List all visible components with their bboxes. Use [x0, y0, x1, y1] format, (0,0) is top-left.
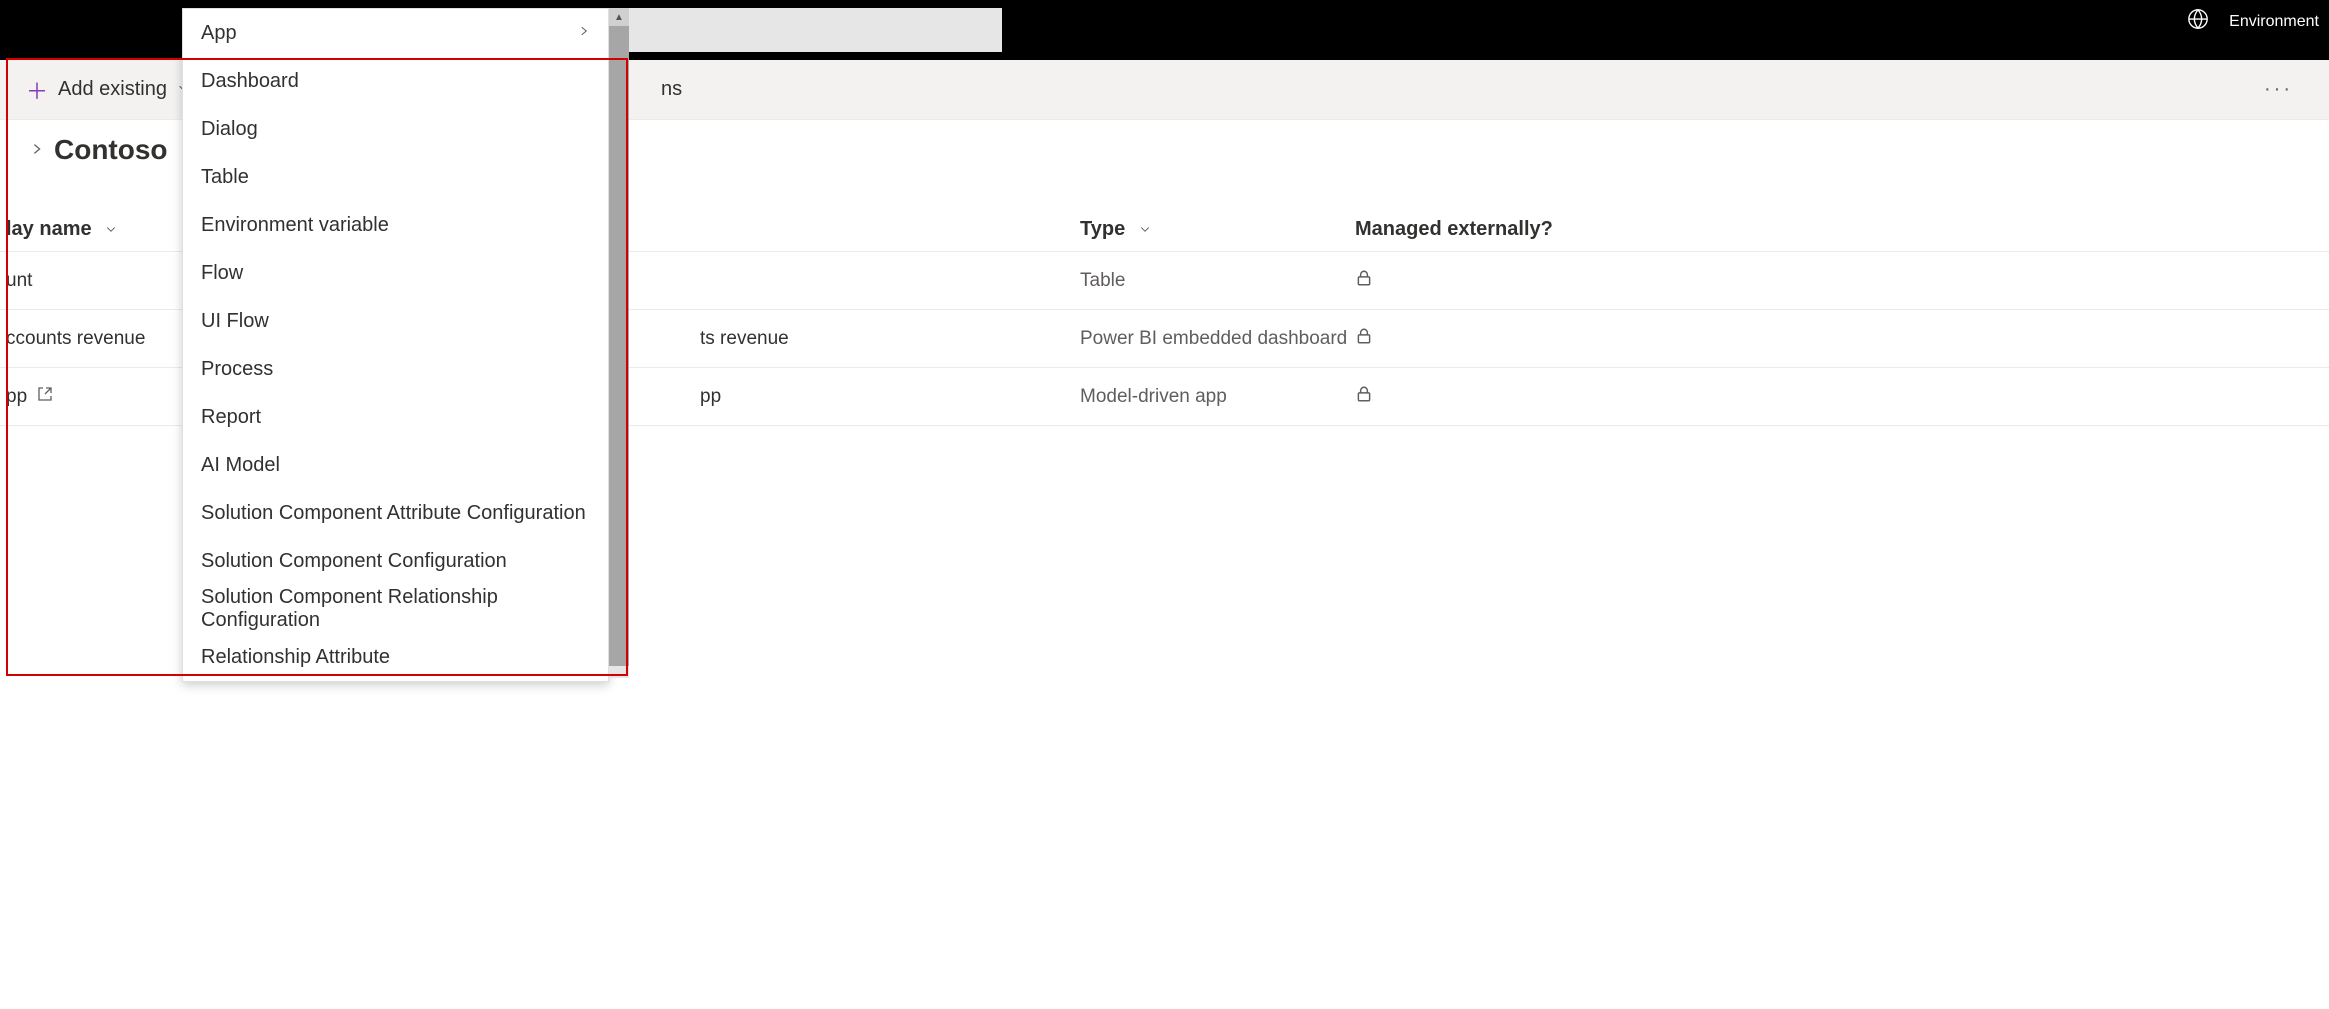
lock-icon: [1355, 387, 1373, 408]
chevron-down-icon: [105, 222, 117, 238]
menu-item-ai-model[interactable]: AI Model: [183, 441, 608, 489]
menu-item-dialog[interactable]: Dialog: [183, 105, 608, 153]
col-name[interactable]: [700, 218, 1080, 241]
scroll-up-button[interactable]: ▲: [609, 8, 629, 26]
menu-item-label: Environment variable: [201, 214, 389, 237]
cell-managed-externally: [1355, 269, 1655, 293]
col-type[interactable]: Type: [1080, 218, 1355, 241]
menu-item-solution-component-relationship-configuration[interactable]: Solution Component Relationship Configur…: [183, 585, 608, 633]
add-existing-label: Add existing: [58, 78, 167, 101]
add-existing-button[interactable]: ＋ Add existing: [16, 68, 201, 112]
menu-item-label: Table: [201, 166, 249, 189]
menu-item-label: Solution Component Attribute Configurati…: [201, 502, 586, 525]
scroll-thumb[interactable]: [609, 26, 629, 666]
globe-icon: [2187, 8, 2209, 35]
menu-list: App Dashboard Dialog Table Environment varia…: [182, 8, 609, 682]
page-title: Contoso: [54, 134, 168, 166]
add-existing-menu: App Dashboard Dialog Table Environment varia…: [182, 8, 629, 682]
menu-item-label: App: [201, 22, 237, 45]
cell-managed-externally: [1355, 327, 1655, 351]
menu-item-dashboard[interactable]: Dashboard: [183, 57, 608, 105]
menu-item-label: Dashboard: [201, 70, 299, 93]
cell-type: Table: [1080, 270, 1355, 292]
menu-item-relationship-attribute[interactable]: Relationship Attribute: [183, 633, 608, 681]
chevron-right-icon[interactable]: [30, 140, 44, 161]
menu-item-label: Solution Component Relationship Configur…: [201, 586, 590, 632]
environment-picker[interactable]: Environment: [2187, 8, 2319, 35]
menu-item-ui-flow[interactable]: UI Flow: [183, 297, 608, 345]
cell-type: Power BI embedded dashboard: [1080, 328, 1355, 350]
menu-item-label: Dialog: [201, 118, 258, 141]
menu-item-label: AI Model: [201, 454, 280, 477]
chevron-right-icon: [578, 24, 590, 42]
menu-item-label: Report: [201, 406, 261, 429]
menu-scrollbar[interactable]: ▲: [609, 8, 629, 678]
menu-item-label: UI Flow: [201, 310, 269, 333]
cell-managed-externally: [1355, 385, 1655, 409]
menu-item-label: Relationship Attribute: [201, 646, 390, 669]
menu-item-label: Flow: [201, 262, 243, 285]
menu-item-environment-variable[interactable]: Environment variable: [183, 201, 608, 249]
menu-item-label: Solution Component Configuration: [201, 550, 507, 573]
cell-type: Model-driven app: [1080, 386, 1355, 408]
menu-item-table[interactable]: Table: [183, 153, 608, 201]
menu-item-solution-component-configuration[interactable]: Solution Component Configuration: [183, 537, 608, 585]
lock-icon: [1355, 271, 1373, 292]
truncated-tab-label[interactable]: ns: [661, 78, 682, 101]
menu-item-flow[interactable]: Flow: [183, 249, 608, 297]
open-external-icon[interactable]: [37, 386, 53, 407]
menu-item-report[interactable]: Report: [183, 393, 608, 441]
menu-item-app[interactable]: App: [183, 9, 608, 57]
overflow-menu-button[interactable]: ···: [2264, 78, 2313, 101]
plus-icon: ＋: [26, 74, 48, 106]
col-managed-externally[interactable]: Managed externally?: [1355, 218, 1655, 241]
lock-icon: [1355, 329, 1373, 350]
cell-name: pp: [700, 386, 1080, 408]
menu-item-process[interactable]: Process: [183, 345, 608, 393]
menu-item-solution-component-attribute-configuration[interactable]: Solution Component Attribute Configurati…: [183, 489, 608, 537]
cell-name: ts revenue: [700, 328, 1080, 350]
menu-item-label: Process: [201, 358, 273, 381]
environment-label: Environment: [2229, 13, 2319, 31]
chevron-down-icon: [1139, 222, 1151, 238]
